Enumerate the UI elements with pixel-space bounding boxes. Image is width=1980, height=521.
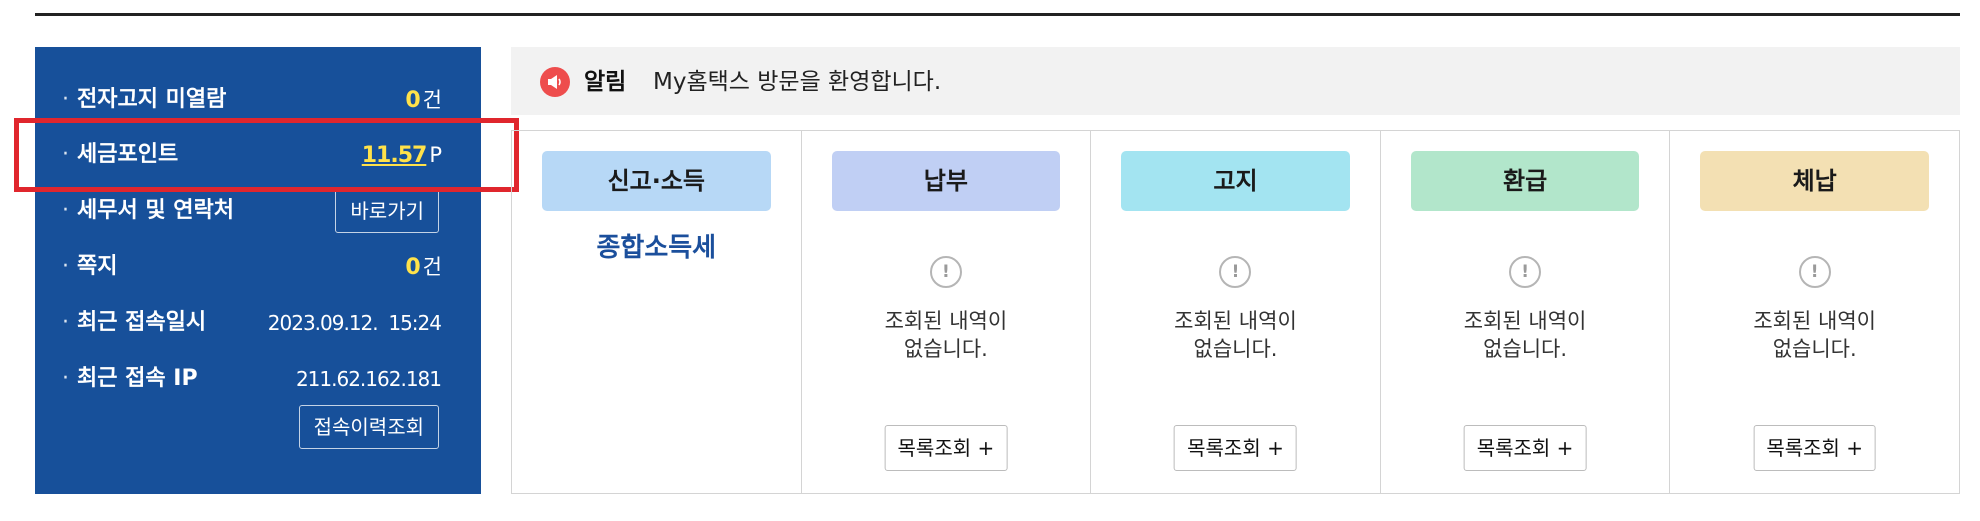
empty-message-line: 조회된 내역이 xyxy=(1463,309,1587,333)
unread-notice-row: 전자고지 미열람 0건 xyxy=(35,80,481,120)
tax-office-row: 세무서 및 연락처 바로가기 xyxy=(35,189,481,233)
notice-message: My홈택스 방문을 환영합니다. xyxy=(653,69,942,95)
empty-message-line: 조회된 내역이 xyxy=(1753,309,1876,333)
megaphone-icon xyxy=(540,67,570,97)
card-header-notice[interactable]: 고지 xyxy=(1121,151,1350,211)
last-login-ip-row: 최근 접속 IP 211.62.162.181 xyxy=(35,359,481,399)
exclamation-icon: ! xyxy=(1219,256,1252,288)
messages-count-unit: 건 xyxy=(422,255,442,279)
card-header-payment[interactable]: 납부 xyxy=(831,151,1061,211)
tax-point-unit: P xyxy=(429,143,442,167)
notice-title: 알림 xyxy=(584,69,627,95)
tax-category-cards: 신고·소득 종합소득세 납부 ! 조회된 내역이 없습니다. 목록조회 + 고지… xyxy=(511,130,1960,494)
card-refund: 환급 ! 조회된 내역이 없습니다. 목록조회 + xyxy=(1381,131,1671,493)
tax-office-label: 세무서 및 연락처 xyxy=(62,191,234,231)
empty-message-line: 없습니다. xyxy=(1772,337,1857,361)
notice-list-button[interactable]: 목록조회 + xyxy=(1174,425,1297,471)
empty-message: 조회된 내역이 없습니다. xyxy=(1091,307,1380,363)
unread-notice-count[interactable]: 0건 xyxy=(405,80,442,121)
messages-count-number[interactable]: 0 xyxy=(405,255,420,280)
last-login-time-label: 최근 접속일시 xyxy=(62,303,206,343)
arrears-list-button[interactable]: 목록조회 + xyxy=(1753,425,1877,471)
tax-point-number[interactable]: 11.57 xyxy=(362,143,428,168)
unread-notice-count-number[interactable]: 0 xyxy=(405,88,420,113)
comprehensive-income-tax-link[interactable]: 종합소득세 xyxy=(512,227,801,264)
messages-count[interactable]: 0건 xyxy=(405,247,442,288)
unread-notice-label: 전자고지 미열람 xyxy=(62,80,226,120)
exclamation-icon: ! xyxy=(1798,256,1831,288)
exclamation-icon: ! xyxy=(1509,256,1542,288)
card-payment: 납부 ! 조회된 내역이 없습니다. 목록조회 + xyxy=(802,131,1092,493)
tax-point-row: 세금포인트 11.57P xyxy=(35,135,481,175)
empty-message-line: 없습니다. xyxy=(1483,337,1568,361)
tax-office-shortcut-button[interactable]: 바로가기 xyxy=(335,189,439,233)
tax-point-value[interactable]: 11.57 P xyxy=(362,135,442,176)
empty-message: 조회된 내역이 없습니다. xyxy=(1670,307,1959,363)
messages-row: 쪽지 0건 xyxy=(35,247,481,287)
access-history-button[interactable]: 접속이력조회 xyxy=(298,405,439,449)
last-login-ip-value: 211.62.162.181 xyxy=(295,367,442,391)
notice-bar: 알림 My홈택스 방문을 환영합니다. xyxy=(511,47,1960,115)
empty-message: 조회된 내역이 없습니다. xyxy=(802,307,1091,363)
refund-list-button[interactable]: 목록조회 + xyxy=(1463,425,1587,471)
card-arrears: 체납 ! 조회된 내역이 없습니다. 목록조회 + xyxy=(1670,131,1959,493)
empty-message-line: 없습니다. xyxy=(1193,337,1278,361)
empty-message-line: 없습니다. xyxy=(903,337,988,361)
payment-list-button[interactable]: 목록조회 + xyxy=(884,425,1008,471)
last-login-ip-label: 최근 접속 IP xyxy=(62,359,198,399)
last-login-time-value: 2023.09.12. 15:24 xyxy=(267,311,442,335)
tax-point-label: 세금포인트 xyxy=(62,135,178,175)
top-divider xyxy=(35,13,1960,16)
empty-message: 조회된 내역이 없습니다. xyxy=(1381,307,1670,363)
unread-notice-count-unit: 건 xyxy=(422,88,442,112)
card-header-arrears[interactable]: 체납 xyxy=(1700,151,1929,211)
empty-message-line: 조회된 내역이 xyxy=(1174,309,1297,333)
card-header-filing-income[interactable]: 신고·소득 xyxy=(542,151,771,211)
last-login-time-row: 최근 접속일시 2023.09.12. 15:24 xyxy=(35,303,481,343)
my-info-panel: 전자고지 미열람 0건 세금포인트 11.57P 세무서 및 연락처 바로가기 … xyxy=(35,47,481,494)
messages-label: 쪽지 xyxy=(62,247,117,287)
card-filing-income: 신고·소득 종합소득세 xyxy=(512,131,802,493)
card-notice: 고지 ! 조회된 내역이 없습니다. 목록조회 + xyxy=(1091,131,1381,493)
empty-message-line: 조회된 내역이 xyxy=(884,309,1008,333)
card-header-refund[interactable]: 환급 xyxy=(1410,151,1640,211)
exclamation-icon: ! xyxy=(929,256,962,288)
